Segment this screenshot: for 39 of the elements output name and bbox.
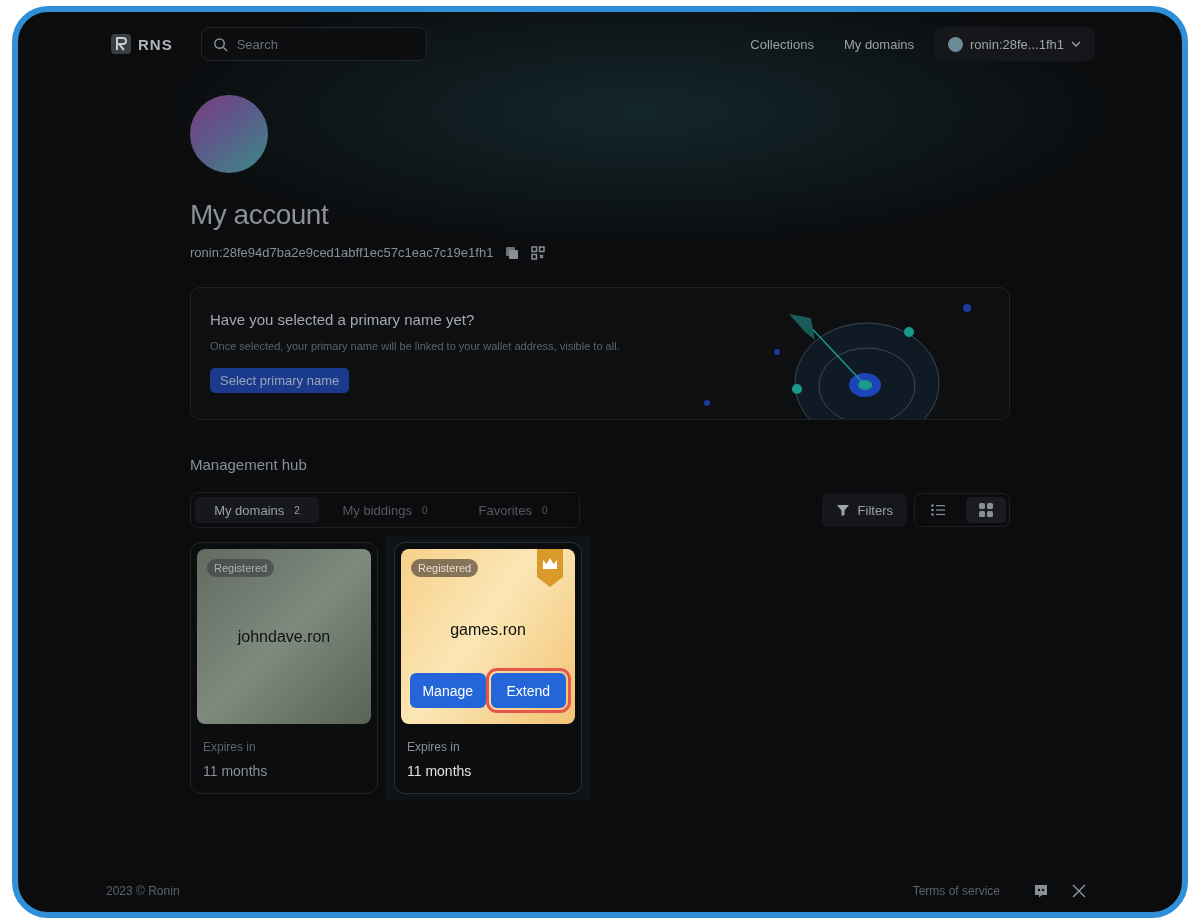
status-badge: Registered bbox=[411, 559, 479, 577]
chevron-down-icon bbox=[1071, 41, 1081, 47]
nav-link[interactable]: Collections bbox=[750, 36, 814, 52]
nav-link[interactable]: My domains bbox=[843, 36, 915, 52]
copy-icon[interactable] bbox=[505, 245, 520, 260]
domain-card[interactable]: Registered johndave.ron Expires in 11 months bbox=[190, 542, 378, 794]
crown-ribbon-icon bbox=[537, 549, 563, 587]
logo-text: RNS bbox=[138, 35, 173, 53]
domain-name: games.ron bbox=[450, 620, 526, 639]
search-field[interactable]: Search bbox=[200, 27, 427, 61]
banner-text: Once selected, your primary name will be linked to your wallet address, visible to all. bbox=[210, 340, 620, 352]
x-logo-icon[interactable] bbox=[1072, 884, 1086, 898]
select-primary-name-button[interactable]: Select primary name bbox=[210, 368, 350, 393]
filter-icon bbox=[835, 503, 850, 517]
expiry-label: Expires in bbox=[203, 740, 257, 754]
section-title: Management hub bbox=[190, 456, 308, 473]
footer-link[interactable]: Terms of service bbox=[912, 884, 1000, 898]
status-badge: Registered bbox=[207, 559, 275, 577]
grid-view-button[interactable] bbox=[966, 497, 1006, 523]
qr-code-icon[interactable] bbox=[531, 245, 546, 260]
action-button[interactable]: Manage bbox=[410, 673, 486, 708]
grid-icon bbox=[979, 503, 993, 517]
filters-button[interactable]: Filters bbox=[821, 493, 907, 527]
domain-card[interactable]: Registered games.ron Manage Extend Expires in 11 months bbox=[394, 542, 582, 794]
banner-title: Have you selected a primary name yet? bbox=[210, 311, 476, 328]
tab[interactable]: My domains 2 bbox=[195, 497, 319, 523]
domain-name: johndave.ron bbox=[237, 627, 331, 646]
chat-bubble-icon[interactable] bbox=[1034, 884, 1048, 898]
search-icon bbox=[212, 37, 228, 52]
expiry-value: 11 months bbox=[203, 763, 269, 779]
page-title: My account bbox=[190, 199, 330, 231]
logo-icon bbox=[110, 33, 132, 55]
copyright-text: 2023 © Ronin bbox=[106, 884, 180, 898]
list-icon bbox=[931, 504, 945, 516]
wallet-address: ronin:28fe94d7ba2e9ced1abff1ec57c1eac7c19e1fh1 bbox=[190, 245, 494, 260]
expiry-value: 11 months bbox=[407, 763, 473, 779]
account-avatar-icon bbox=[948, 36, 964, 52]
expiry-label: Expires in bbox=[407, 740, 461, 754]
account-button[interactable]: ronin:28fe...1fh1 bbox=[934, 27, 1095, 61]
